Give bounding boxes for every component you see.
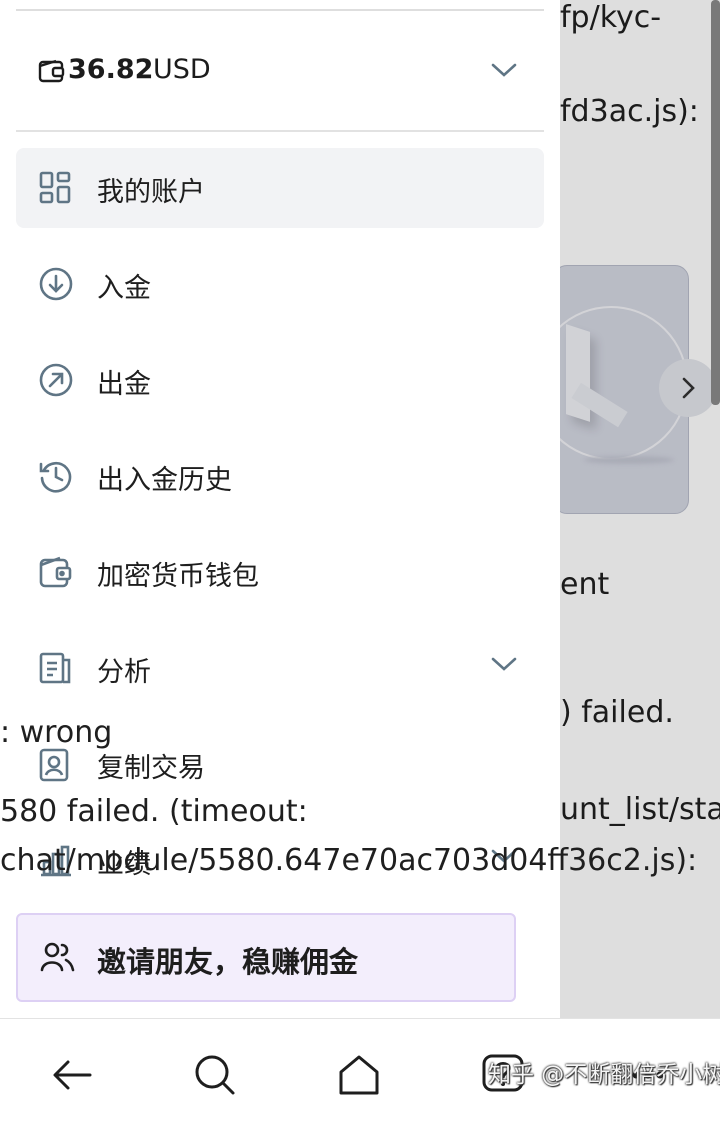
home-icon[interactable]: [337, 1053, 381, 1097]
overlay-text: : wrong: [0, 715, 113, 750]
invite-friends-banner[interactable]: 邀请朋友，稳赚佣金: [16, 913, 516, 1002]
menu-item-label: 我的账户: [97, 177, 205, 208]
chevron-down-icon: [491, 657, 517, 671]
menu-item-crypto-wallet[interactable]: 加密货币钱包: [16, 532, 544, 612]
menu-item-withdraw[interactable]: 出金: [16, 340, 544, 420]
divider: [16, 130, 544, 132]
invite-label: 邀请朋友，稳赚佣金: [97, 945, 359, 979]
menu-item-analysis[interactable]: 分析: [16, 628, 544, 708]
balance-selector[interactable]: 36.82 USD: [16, 30, 544, 110]
chevron-down-icon: [491, 63, 517, 77]
divider: [16, 9, 544, 11]
back-icon[interactable]: [50, 1053, 94, 1097]
analysis-icon: [39, 652, 71, 684]
wallet-icon: [38, 59, 65, 83]
menu-item-my-account[interactable]: 我的账户: [16, 148, 544, 228]
users-icon: [40, 942, 75, 972]
history-icon: [39, 461, 72, 493]
crypto-wallet-icon: [39, 556, 72, 588]
menu-item-label: 入金: [97, 273, 151, 304]
overlay-text: 580 failed. (timeout:: [0, 794, 308, 829]
overlay-text: chat/module/5580.647e70ac703d04ff36c2.js…: [0, 843, 698, 878]
copy-trade-icon: [39, 748, 69, 782]
arrow-up-right-circle-icon: [39, 363, 73, 397]
menu-item-transaction-history[interactable]: 出入金历史: [16, 436, 544, 516]
menu-item-label: 加密货币钱包: [97, 561, 259, 592]
balance-currency: USD: [153, 54, 211, 85]
menu-item-label: 出入金历史: [97, 465, 232, 496]
arrow-down-circle-icon: [39, 267, 73, 301]
dashboard-icon: [39, 171, 71, 204]
menu-item-label: 分析: [97, 657, 151, 688]
watermark: 知乎 @不断翻倍乔小树: [488, 1062, 720, 1088]
menu-item-deposit[interactable]: 入金: [16, 244, 544, 324]
menu-item-label: 出金: [97, 369, 151, 400]
search-icon[interactable]: [193, 1053, 237, 1097]
menu-item-label: 复制交易: [97, 753, 205, 784]
balance-amount: 36.82: [68, 54, 154, 85]
